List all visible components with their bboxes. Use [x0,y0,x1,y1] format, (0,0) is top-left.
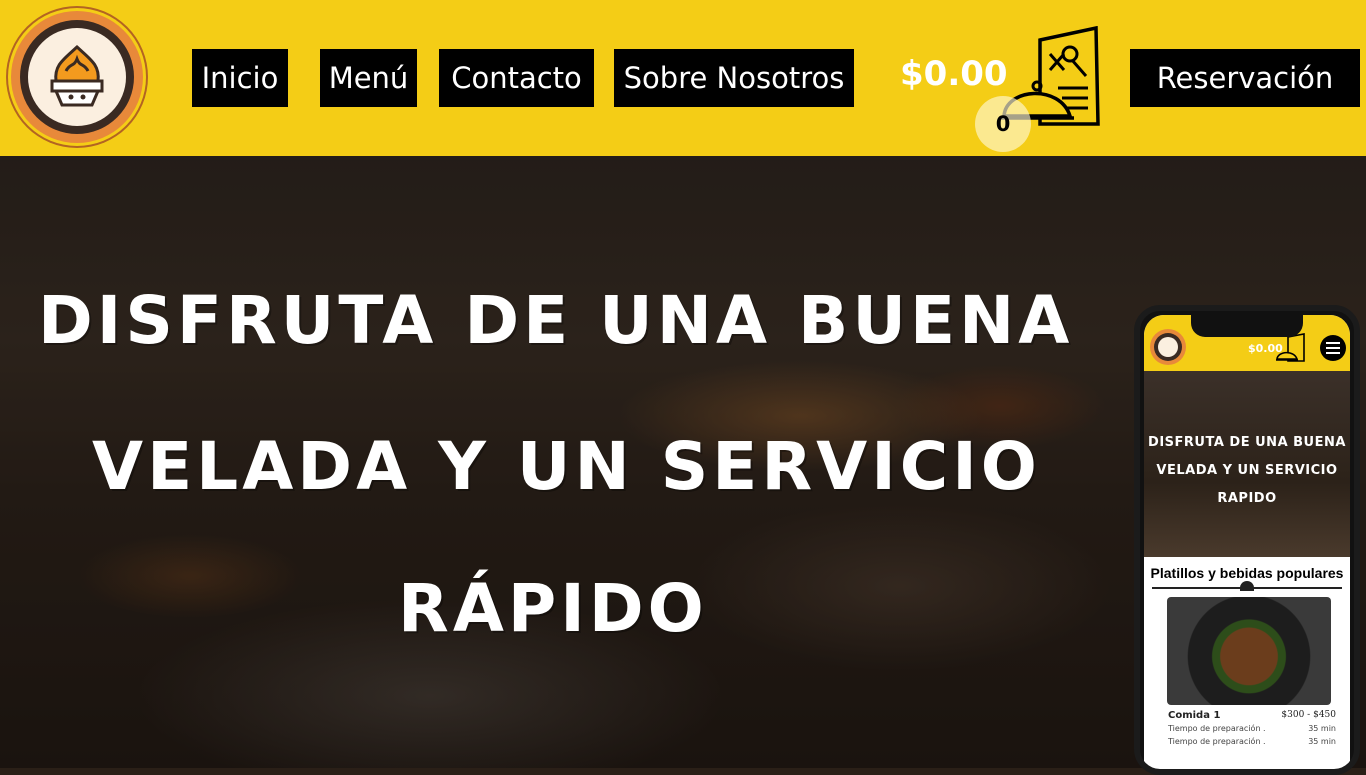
nav-inicio[interactable]: Inicio [192,49,288,107]
mobile-hero-line-1: DISFRUTA DE UNA BUENA [1148,435,1346,450]
mobile-hero: DISFRUTA DE UNA BUENA VELADA Y UN SERVIC… [1144,371,1350,557]
cart-total: $0.00 [900,54,1008,94]
mobile-logo[interactable] [1150,329,1186,365]
reservation-button[interactable]: Reservación [1130,49,1360,107]
mobile-preview: $0.00 DISFRUTA DE UNA BUENA VELADA Y UN … [1134,305,1360,775]
mobile-hero-line-2: VELADA Y UN SERVICIO [1156,463,1338,478]
hamburger-menu-icon[interactable] [1320,335,1346,361]
hero-heading-line-2: VELADA Y UN SERVICIO [92,428,1041,505]
dish-image[interactable] [1167,597,1331,705]
hero-heading-line-1: DISFRUTA DE UNA BUENA [38,282,1074,359]
nav-contacto[interactable]: Contacto [439,49,594,107]
restaurant-logo[interactable] [11,11,143,143]
mobile-hero-line-3: RAPIDO [1217,491,1277,506]
section-divider [1152,581,1342,591]
popular-dishes-section: Platillos y bebidas populares Comida 1 $… [1144,557,1350,748]
dish-card[interactable]: Comida 1 $300 - $450 Tiempo de preparaci… [1144,705,1350,748]
nav-menu[interactable]: Menú [320,49,417,107]
prep-time-value: 35 min [1308,737,1336,746]
dish-price: $300 - $450 [1281,710,1336,720]
cart-count-badge[interactable]: 0 [975,96,1031,152]
dish-name: Comida 1 [1168,710,1221,721]
prep-time-label: Tiempo de preparación . [1168,724,1266,733]
cupcake-icon [50,44,104,107]
popular-dishes-title: Platillos y bebidas populares [1150,565,1344,581]
nav-sobre-nosotros[interactable]: Sobre Nosotros [614,49,854,107]
prep-time-label: Tiempo de preparación . [1168,737,1266,746]
prep-time-value: 35 min [1308,724,1336,733]
mobile-cart-icon[interactable] [1276,333,1306,363]
hero-heading-line-3: RÁPIDO [398,570,708,647]
site-header: Inicio Menú Contacto Sobre Nosotros $0.0… [0,0,1366,156]
